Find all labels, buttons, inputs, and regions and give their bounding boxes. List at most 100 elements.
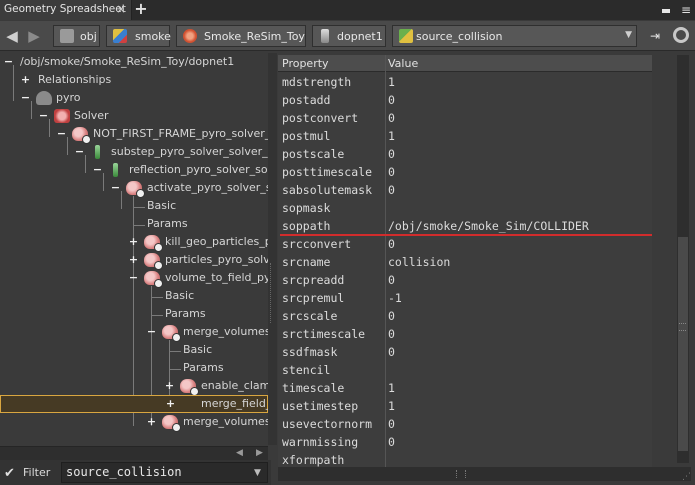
tab-geometry-spreadsheet[interactable]: Geometry Spreadsheet × bbox=[0, 0, 132, 20]
cell-value: 0 bbox=[388, 309, 395, 323]
cell-property: soppath bbox=[282, 219, 331, 233]
table-row[interactable]: usetimestep 1 bbox=[278, 397, 652, 415]
tree-row-merge-volumes-2[interactable]: + merge_volumes_ bbox=[0, 413, 268, 432]
tree-row-enable-clam[interactable]: + enable_clam bbox=[0, 377, 268, 396]
column-header-property[interactable]: Property bbox=[282, 57, 329, 70]
tree-row-solver[interactable]: − Solver bbox=[0, 107, 268, 125]
collapse-icon[interactable]: − bbox=[3, 56, 14, 67]
expand-icon[interactable]: + bbox=[165, 398, 176, 409]
tree-item-label: Params bbox=[147, 217, 188, 230]
close-icon[interactable]: × bbox=[116, 2, 126, 16]
table-row[interactable]: sabsolutemask 0 bbox=[278, 181, 652, 199]
tree-row-kill-geo[interactable]: + kill_geo_particles_py bbox=[0, 233, 268, 252]
expand-icon[interactable]: + bbox=[146, 416, 157, 427]
tree-item-label: reflection_pyro_solver_solv bbox=[129, 163, 268, 176]
collapse-icon[interactable]: − bbox=[110, 182, 121, 193]
tree-row-basic[interactable]: Basic bbox=[0, 341, 268, 359]
checkmark-icon[interactable]: ✔ bbox=[4, 466, 15, 481]
forward-arrow-icon[interactable]: ▶ bbox=[26, 28, 42, 44]
table-row[interactable]: sopmask bbox=[278, 199, 652, 217]
tree-row-params[interactable]: Params bbox=[0, 359, 268, 377]
tree-row-basic[interactable]: Basic bbox=[0, 287, 268, 305]
collapse-icon[interactable]: − bbox=[56, 128, 67, 139]
cell-property: postconvert bbox=[282, 111, 359, 125]
table-row[interactable]: stencil bbox=[278, 361, 652, 379]
table-row[interactable]: posttimescale 0 bbox=[278, 163, 652, 181]
breadcrumb-label: source_collision bbox=[416, 30, 503, 43]
table-row[interactable]: usevectornorm 0 bbox=[278, 415, 652, 433]
tree-row-not-first-frame[interactable]: − NOT_FIRST_FRAME_pyro_solver_sc bbox=[0, 125, 268, 144]
back-arrow-icon[interactable]: ◀ bbox=[4, 28, 20, 44]
table-row[interactable]: soppath/obj/smoke/Smoke_Sim/COLLIDER bbox=[278, 217, 652, 235]
tree-row-merge-volumes[interactable]: − merge_volumes_ bbox=[0, 323, 268, 342]
collapse-icon[interactable]: − bbox=[38, 110, 49, 121]
table-row[interactable]: postadd 0 bbox=[278, 91, 652, 109]
breadcrumb-smoke-resim-toy[interactable]: Smoke_ReSim_Toy bbox=[176, 25, 306, 47]
table-row[interactable]: srcname collision bbox=[278, 253, 652, 271]
resize-grip-icon[interactable]: ⋰ bbox=[682, 472, 692, 482]
filter-input[interactable]: source_collision bbox=[61, 462, 268, 483]
tree-row-params[interactable]: Params bbox=[0, 305, 268, 323]
table-row[interactable]: mdstrength 1 bbox=[278, 73, 652, 91]
cell-value: -1 bbox=[388, 291, 402, 305]
spreadsheet-vertical-scrollbar[interactable] bbox=[677, 55, 689, 463]
collapse-icon[interactable]: − bbox=[128, 272, 139, 283]
tree-row-particles[interactable]: + particles_pyro_solve bbox=[0, 251, 268, 270]
link-target-icon[interactable] bbox=[673, 27, 689, 43]
table-row[interactable]: srcpreadd 0 bbox=[278, 271, 652, 289]
column-header-value[interactable]: Value bbox=[388, 57, 418, 70]
table-row[interactable]: srcconvert 0 bbox=[278, 235, 652, 253]
chevron-down-icon[interactable]: ▼ bbox=[625, 30, 632, 40]
tree-row-merge-field-selected[interactable]: + merge_field_ bbox=[0, 395, 268, 413]
reflection-icon bbox=[113, 163, 118, 177]
tree-row-activate[interactable]: − activate_pyro_solver_sc bbox=[0, 179, 268, 198]
cell-property: mdstrength bbox=[282, 75, 352, 89]
table-row[interactable]: timescale 1 bbox=[278, 379, 652, 397]
cell-value: 0 bbox=[388, 93, 395, 107]
tree-row-root[interactable]: − /obj/smoke/Smoke_ReSim_Toy/dopnet1 bbox=[0, 53, 268, 71]
tree-row-reflection[interactable]: − reflection_pyro_solver_solv bbox=[0, 161, 268, 179]
breadcrumb-source-collision[interactable]: source_collision ▼ bbox=[392, 25, 637, 47]
pin-icon[interactable]: ⇥ bbox=[650, 29, 660, 43]
table-row[interactable]: postconvert 0 bbox=[278, 109, 652, 127]
spreadsheet-horizontal-scrollbar[interactable] bbox=[278, 467, 691, 481]
cell-value: collision bbox=[388, 255, 451, 269]
cell-value: 1 bbox=[388, 75, 395, 89]
collapse-icon[interactable]: − bbox=[74, 146, 85, 157]
cell-value: 0 bbox=[388, 147, 395, 161]
expand-icon[interactable]: + bbox=[128, 236, 139, 247]
table-row[interactable]: postmul 1 bbox=[278, 127, 652, 145]
table-row[interactable]: srcscale 0 bbox=[278, 307, 652, 325]
tree-item-label: enable_clam bbox=[201, 379, 268, 392]
collapse-icon[interactable]: − bbox=[146, 326, 157, 337]
expand-icon[interactable]: + bbox=[128, 254, 139, 265]
expand-icon[interactable]: + bbox=[20, 74, 31, 85]
tree-row-basic[interactable]: Basic bbox=[0, 197, 268, 215]
tree-horizontal-scrollbar[interactable]: ◀ ▶ bbox=[0, 446, 268, 460]
collapse-icon[interactable]: − bbox=[92, 164, 103, 175]
table-row[interactable]: srctimescale 0 bbox=[278, 325, 652, 343]
tree-row-substep[interactable]: − substep_pyro_solver_solver_m bbox=[0, 143, 268, 161]
tree-row-pyro[interactable]: − pyro bbox=[0, 89, 268, 107]
table-row[interactable]: postscale 0 bbox=[278, 145, 652, 163]
tree-row-params[interactable]: Params bbox=[0, 215, 268, 233]
collapse-icon[interactable]: − bbox=[20, 92, 31, 103]
expand-icon[interactable]: + bbox=[164, 380, 175, 391]
cell-value: /obj/smoke/Smoke_Sim/COLLIDER bbox=[388, 219, 589, 233]
tree-vertical-scrollbar[interactable] bbox=[268, 53, 277, 445]
tree-row-volume-to-field[interactable]: − volume_to_field_pyr bbox=[0, 269, 268, 288]
table-row[interactable]: srcpremul -1 bbox=[278, 289, 652, 307]
breadcrumb-obj[interactable]: obj bbox=[53, 25, 100, 47]
spreadsheet: Property Value mdstrength 1 postadd 0 postco… bbox=[278, 55, 652, 467]
breadcrumb-dopnet1[interactable]: dopnet1 bbox=[312, 25, 386, 47]
chevron-down-icon[interactable]: ▼ bbox=[254, 468, 261, 478]
breadcrumb-smoke[interactable]: smoke bbox=[106, 25, 171, 47]
menu-icon[interactable]: ≡ bbox=[681, 3, 691, 17]
minimize-icon[interactable] bbox=[662, 4, 672, 14]
tree-row-relationships[interactable]: + Relationships bbox=[0, 71, 268, 89]
table-row[interactable]: warnmissing 0 bbox=[278, 433, 652, 451]
breadcrumb-label: smoke bbox=[135, 30, 171, 43]
add-tab-icon[interactable]: + bbox=[134, 0, 148, 20]
table-row[interactable]: ssdfmask 0 bbox=[278, 343, 652, 361]
table-row[interactable]: xformpath bbox=[278, 451, 652, 467]
